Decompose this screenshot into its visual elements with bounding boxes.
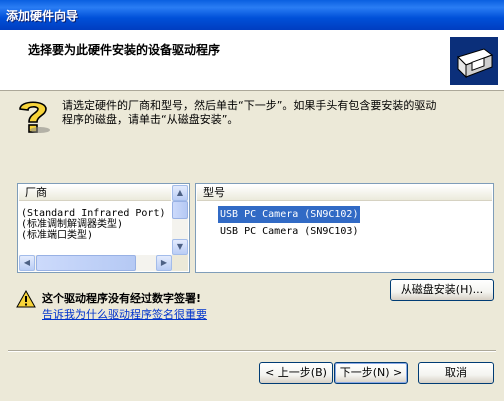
divider xyxy=(8,350,496,352)
back-button[interactable]: < 上一步(B) xyxy=(259,362,333,384)
list-item[interactable]: (Standard Infrared Port) xyxy=(19,208,171,219)
next-button[interactable]: 下一步(N) > xyxy=(334,362,408,384)
title-bar[interactable]: 添加硬件向导 xyxy=(0,0,504,30)
scroll-corner xyxy=(172,255,188,271)
scroll-left-icon[interactable]: ◀ xyxy=(19,255,35,271)
unsigned-driver-warning: 这个驱动程序没有经过数字签署! xyxy=(42,292,202,305)
scroll-up-icon[interactable]: ▲ xyxy=(172,185,188,201)
wizard-header: 选择要为此硬件安装的设备驱动程序 xyxy=(0,30,504,91)
instruction-line-2: 程序的磁盘，请单击“从磁盘安装”。 xyxy=(62,113,239,126)
scroll-thumb[interactable] xyxy=(36,255,136,271)
cancel-button[interactable]: 取消 xyxy=(418,362,494,384)
signing-info-link[interactable]: 告诉我为什么驱动程序签名很重要 xyxy=(42,306,207,322)
scroll-right-icon[interactable]: ▶ xyxy=(156,255,172,271)
hardware-icon xyxy=(450,37,498,85)
page-title: 选择要为此硬件安装的设备驱动程序 xyxy=(28,43,221,57)
scroll-thumb[interactable] xyxy=(172,201,188,219)
horizontal-scrollbar[interactable]: ◀ ▶ xyxy=(19,255,172,271)
instruction-text: 请选定硬件的厂商和型号，然后单击“下一步”。如果手头有包含要安装的驱动 程序的磁… xyxy=(62,99,494,127)
manufacturer-items[interactable]: (Standard Infrared Port) (标准调制解调器类型) (标准… xyxy=(19,204,171,252)
model-column-header[interactable]: 型号 xyxy=(197,185,492,201)
list-item[interactable]: (标准调制解调器类型) xyxy=(19,219,171,230)
scroll-down-icon[interactable]: ▼ xyxy=(172,239,188,255)
list-item[interactable]: (标准端口类型) xyxy=(19,230,171,241)
vertical-scrollbar[interactable]: ▲ ▼ xyxy=(172,185,188,255)
instruction-line-1: 请选定硬件的厂商和型号，然后单击“下一步”。如果手头有包含要安装的驱动 xyxy=(62,99,437,112)
have-disk-button[interactable]: 从磁盘安装(H)... xyxy=(390,279,494,301)
question-icon xyxy=(19,101,50,133)
manufacturer-column-header[interactable]: 厂商 xyxy=(19,185,171,201)
model-list[interactable]: 型号 USB PC Camera (SN9C102) USB PC Camera… xyxy=(195,183,494,273)
list-item-selected[interactable]: USB PC Camera (SN9C102) xyxy=(216,205,362,224)
list-item[interactable]: USB PC Camera (SN9C103) xyxy=(218,223,360,240)
warning-icon xyxy=(16,290,36,308)
model-items[interactable]: USB PC Camera (SN9C102) USB PC Camera (S… xyxy=(216,205,362,240)
manufacturer-list[interactable]: 厂商 (Standard Infrared Port) (标准调制解调器类型) … xyxy=(17,183,190,273)
window-title: 添加硬件向导 xyxy=(6,9,79,23)
